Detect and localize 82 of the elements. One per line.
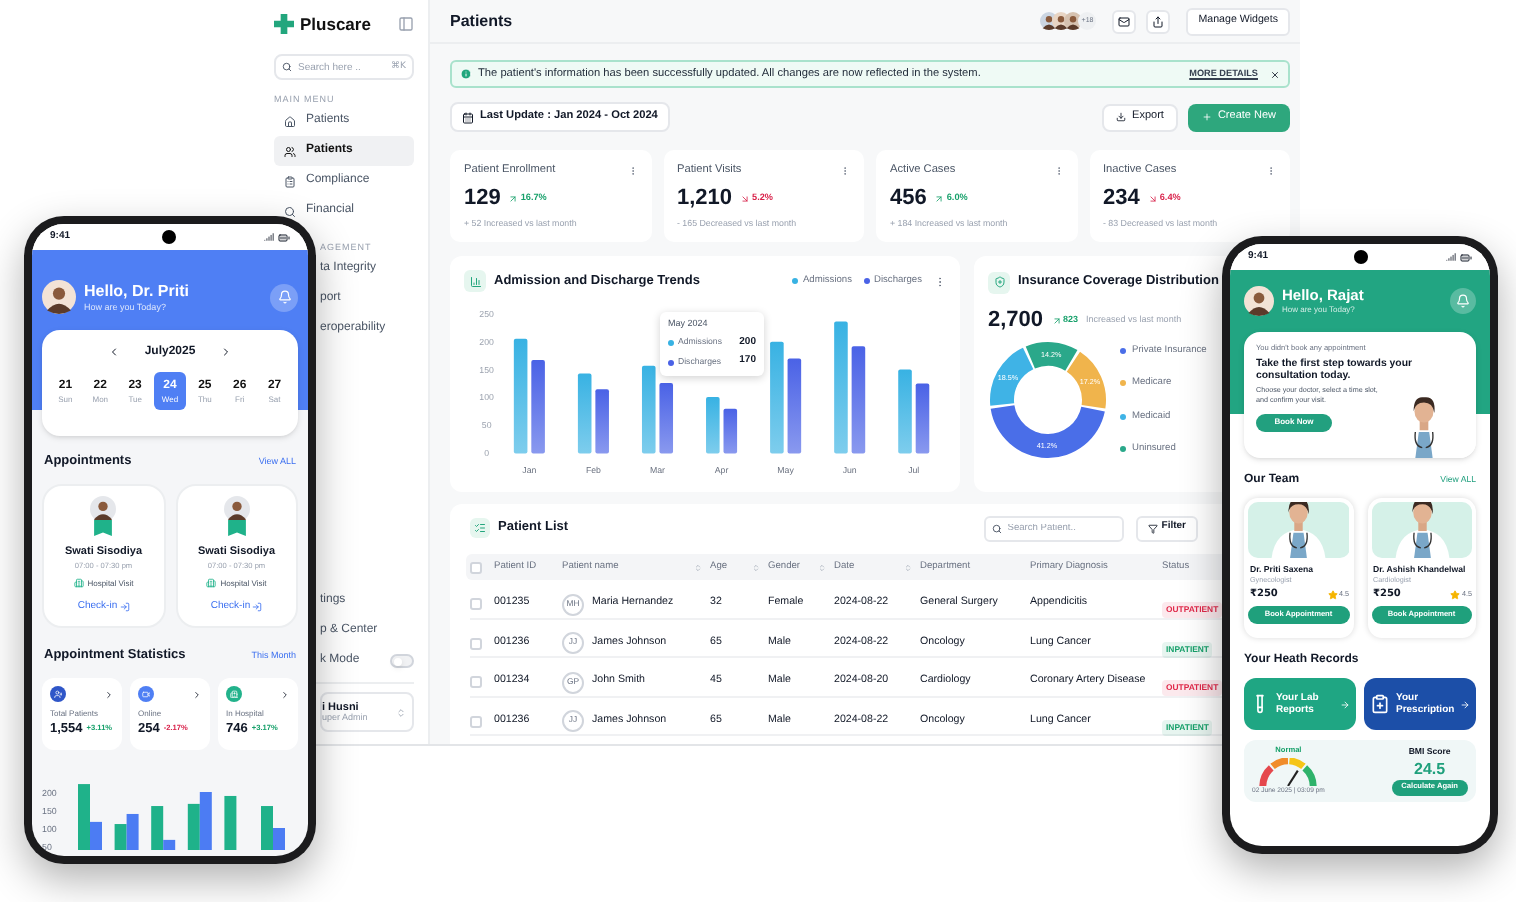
- bar: [915, 382, 930, 453]
- filter-icon: [1147, 523, 1158, 533]
- avatar: [1244, 286, 1274, 316]
- avatar: [90, 496, 117, 522]
- expand-icon: [396, 707, 406, 717]
- bell-icon: [1456, 294, 1470, 308]
- page-title: Patients: [450, 9, 513, 33]
- avatar: [42, 280, 76, 314]
- share-icon: [1152, 15, 1165, 27]
- bar: [659, 382, 674, 453]
- chevron-icon[interactable]: [104, 689, 114, 699]
- info-icon: [460, 68, 472, 80]
- share-button[interactable]: [1146, 9, 1171, 33]
- brand-name: Pluscare: [300, 11, 371, 37]
- hospital-icon: [206, 578, 217, 589]
- greeting: Hello, Dr. Priti: [84, 282, 189, 301]
- bar: [770, 340, 784, 453]
- search-icon: [282, 62, 292, 72]
- notification-button[interactable]: [270, 283, 298, 311]
- stat-value: 129: [464, 186, 501, 211]
- bar: [577, 372, 592, 453]
- trend-up-icon: [934, 193, 945, 204]
- checkbox[interactable]: [470, 598, 482, 610]
- search-icon: [991, 523, 1002, 533]
- bar: [898, 368, 912, 453]
- total-value: 2,700: [988, 305, 1044, 336]
- arrow-right-icon: [1460, 699, 1470, 709]
- bmi-value: 24.5: [1414, 759, 1446, 778]
- trend-down-icon: [740, 193, 751, 204]
- previous-icon[interactable]: [108, 346, 121, 358]
- bar: [834, 320, 848, 453]
- house-icon: [284, 115, 296, 127]
- battery-icon: [1460, 251, 1472, 263]
- signal-icon: [264, 232, 274, 242]
- bar: [851, 345, 866, 453]
- checkbox[interactable]: [470, 561, 482, 573]
- stat-value: 1,210: [677, 186, 733, 211]
- star-icon: [1450, 590, 1460, 601]
- bar: [706, 396, 720, 453]
- gauge-drawing: [1258, 757, 1319, 786]
- star-icon: [1327, 590, 1337, 601]
- search-icon: [284, 205, 296, 217]
- bar: [513, 338, 528, 453]
- bar: [641, 365, 656, 453]
- checkbox[interactable]: [470, 676, 482, 688]
- checkbox[interactable]: [470, 637, 482, 649]
- hospital-icon: [73, 578, 84, 589]
- stat-value: 456: [890, 186, 927, 211]
- sidebar-toggle-icon[interactable]: [398, 16, 414, 32]
- plus-icon: [1201, 112, 1212, 122]
- bar: [531, 359, 545, 453]
- trend-up-icon: [508, 193, 519, 204]
- download-icon: [1116, 112, 1127, 122]
- test-tube-icon: [1250, 694, 1270, 714]
- arrow-right-icon: [1340, 699, 1350, 709]
- trend-down-icon: [1147, 193, 1158, 204]
- avatar: [223, 496, 250, 522]
- chevron-icon[interactable]: [192, 689, 202, 699]
- notification-button[interactable]: [1450, 288, 1476, 314]
- signal-icon: [1446, 252, 1456, 262]
- checkbox[interactable]: [470, 715, 482, 727]
- logo-icon: [274, 14, 294, 34]
- mail-button[interactable]: [1112, 9, 1137, 33]
- trend-up-icon: [1051, 315, 1062, 325]
- bell-icon: [277, 290, 291, 304]
- stat-value: 234: [1103, 186, 1140, 211]
- bar-chart-icon: [469, 275, 481, 288]
- mail-icon: [1118, 15, 1131, 27]
- battery-icon: [278, 231, 290, 243]
- login-icon: [119, 602, 130, 613]
- chevron-icon[interactable]: [280, 689, 290, 699]
- calendar-icon: [462, 111, 474, 123]
- next-icon[interactable]: [219, 346, 232, 358]
- clipboard-icon: [284, 175, 296, 187]
- clipboard-icon: [1370, 694, 1390, 714]
- bar: [595, 388, 609, 453]
- shield-icon: [993, 276, 1005, 288]
- users-icon: [284, 145, 296, 157]
- bar: [787, 357, 802, 453]
- toggle-switch[interactable]: [390, 654, 414, 668]
- bar: [723, 408, 738, 453]
- login-icon: [252, 602, 263, 613]
